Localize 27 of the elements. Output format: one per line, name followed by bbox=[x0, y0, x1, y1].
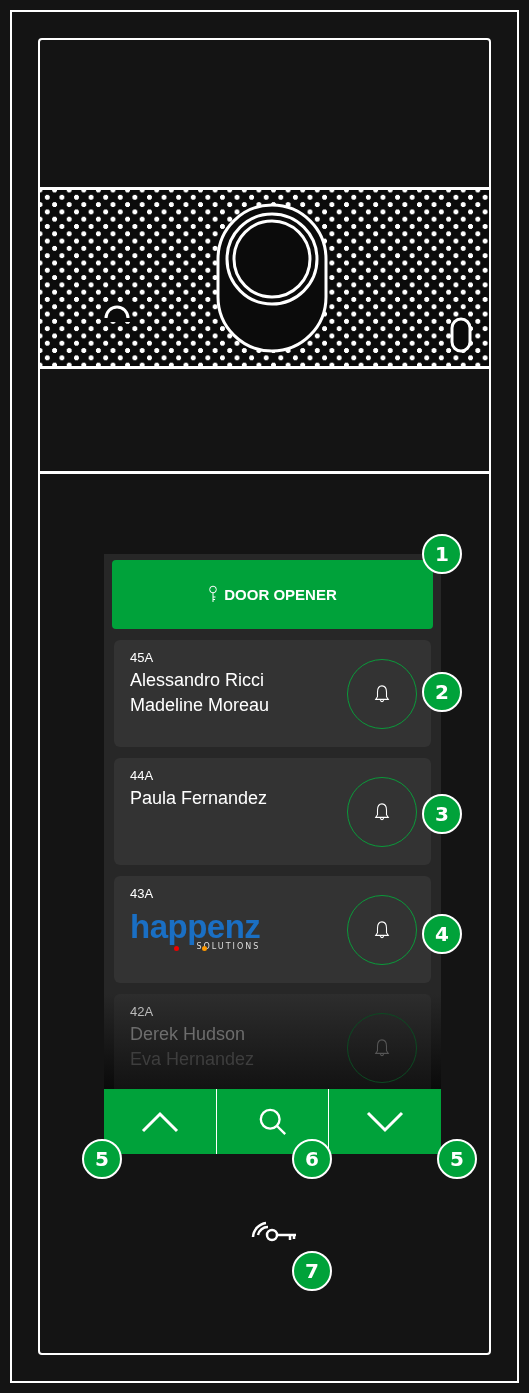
callout-number: 5 bbox=[82, 1139, 122, 1179]
door-opener-button[interactable]: DOOR OPENER bbox=[112, 560, 433, 629]
company-logo: happenz SOLUTIONS bbox=[130, 910, 261, 951]
unit-number: 43A bbox=[130, 886, 155, 901]
unit-number: 42A bbox=[130, 1004, 155, 1019]
unit-number: 44A bbox=[130, 768, 155, 783]
unit-number: 45A bbox=[130, 650, 155, 665]
callout-number: 6 bbox=[292, 1139, 332, 1179]
resident-name: Paula Fernandez bbox=[130, 787, 268, 810]
chevron-up-icon bbox=[140, 1110, 179, 1133]
bell-icon bbox=[373, 801, 391, 822]
resident-name: Alessandro Ricci bbox=[130, 669, 266, 692]
callout-number: 1 bbox=[422, 534, 462, 574]
callout-number: 3 bbox=[422, 794, 462, 834]
search-icon bbox=[257, 1106, 288, 1137]
key-icon bbox=[208, 585, 219, 604]
bell-icon bbox=[373, 1037, 391, 1058]
sensor-icon bbox=[449, 316, 473, 354]
chevron-down-icon bbox=[366, 1110, 405, 1133]
bell-icon bbox=[373, 683, 391, 704]
callout-number: 7 bbox=[292, 1251, 332, 1291]
callout-number: 4 bbox=[422, 914, 462, 954]
callout-number: 2 bbox=[422, 672, 462, 712]
resident-name: Derek Hudson bbox=[130, 1023, 247, 1046]
bell-icon bbox=[373, 919, 391, 940]
resident-name: Madeline Moreau bbox=[130, 694, 270, 717]
callout-number: 5 bbox=[437, 1139, 477, 1179]
